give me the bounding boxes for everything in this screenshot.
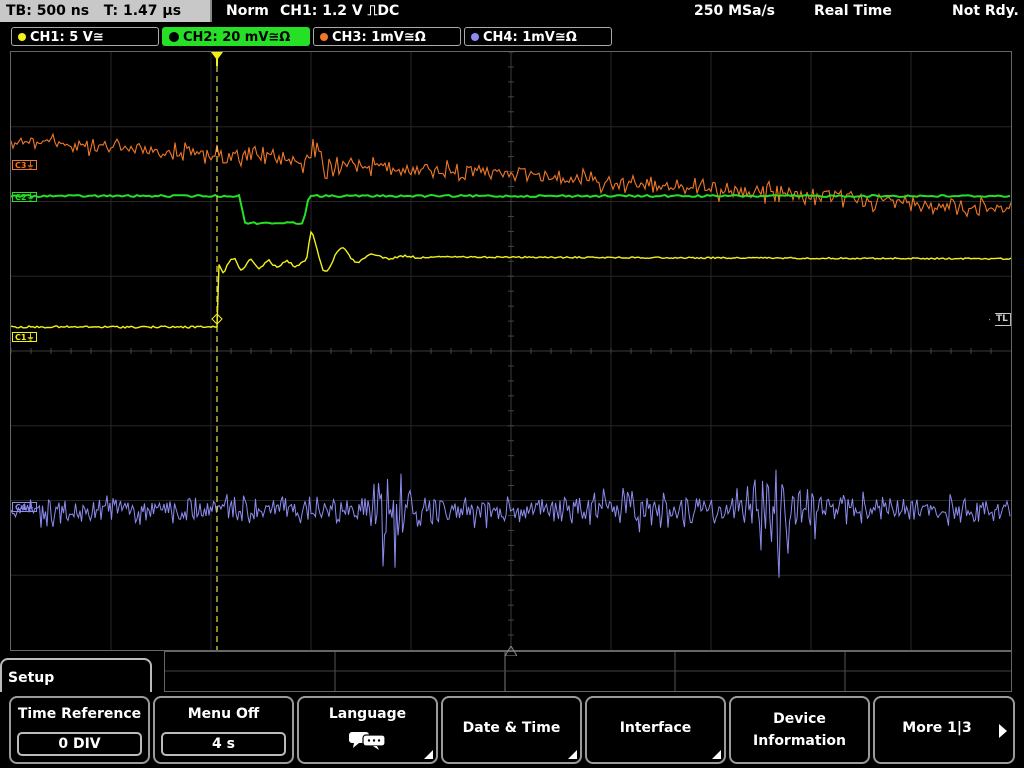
ch4-ground-marker[interactable]: C4⏚ xyxy=(12,502,38,512)
ch3-color-dot xyxy=(320,32,328,41)
more-label: More 1|3 xyxy=(902,720,972,736)
time-reference-value: 0 DIV xyxy=(17,732,142,756)
device-information-button[interactable]: Device Information xyxy=(729,696,870,764)
trigger-position-marker[interactable] xyxy=(211,52,223,66)
acquisition-mode: Real Time xyxy=(814,3,892,19)
ch4-label: CH4: 1mV≅Ω xyxy=(483,30,577,45)
zoom-strip-grid xyxy=(165,652,1011,691)
ch3-ground-marker[interactable]: C3⏚ xyxy=(12,160,38,170)
trigger-mode[interactable]: Norm xyxy=(226,0,269,22)
timebase-value: TB: 500 ns xyxy=(6,3,90,19)
tab-ch2[interactable]: CH2: 20 mV≅Ω xyxy=(162,27,310,46)
tab-ch3[interactable]: CH3: 1mV≅Ω xyxy=(313,27,461,46)
acquisition-state: Not Rdy. xyxy=(952,3,1019,19)
device-information-label-line2: Information xyxy=(753,733,846,749)
ch3-label: CH3: 1mV≅Ω xyxy=(332,30,426,45)
menu-off-label: Menu Off xyxy=(187,706,260,722)
next-page-arrow-icon xyxy=(999,724,1007,738)
ch2-label: CH2: 20 mV≅Ω xyxy=(183,30,291,45)
center-position-icon xyxy=(504,641,518,660)
trigger-t-icon xyxy=(211,52,223,66)
ch2-ground-marker[interactable]: C2⏚ xyxy=(12,192,38,202)
time-reference-button[interactable]: Time Reference 0 DIV xyxy=(9,696,150,764)
interface-button[interactable]: Interface xyxy=(585,696,726,764)
ch4-color-dot xyxy=(471,32,479,41)
more-button[interactable]: More 1|3 xyxy=(873,696,1015,764)
submenu-indicator-icon xyxy=(712,750,721,759)
tab-ch4[interactable]: CH4: 1mV≅Ω xyxy=(464,27,612,46)
ch1-ground-marker[interactable]: C1⏚ xyxy=(12,332,38,342)
status-bar: Norm CH1: 1.2 V ⎍DC 250 MSa/s Real Time … xyxy=(214,0,1024,22)
ch1-label: CH1: 5 V≅ xyxy=(30,30,104,45)
sample-rate: 250 MSa/s xyxy=(694,3,776,19)
timebase-readout[interactable]: TB: 500 ns T: 1.47 µs xyxy=(0,0,212,22)
submenu-indicator-icon xyxy=(424,750,433,759)
softkey-menu: Time Reference 0 DIV Menu Off 4 s Langua… xyxy=(0,692,1024,768)
date-time-button[interactable]: Date & Time xyxy=(441,696,582,764)
waveform-canvas xyxy=(11,52,1011,650)
tab-ch1[interactable]: CH1: 5 V≅ xyxy=(11,27,159,46)
waveform-display[interactable]: C3⏚ C2⏚ C1⏚ C4⏚ TL xyxy=(10,51,1012,651)
menu-off-button[interactable]: Menu Off 4 s xyxy=(153,696,294,764)
menu-off-value: 4 s xyxy=(161,732,286,756)
graticule-grid xyxy=(11,52,1011,650)
device-information-label-line1: Device xyxy=(773,711,826,727)
interface-label: Interface xyxy=(619,720,692,736)
ch1-color-dot xyxy=(18,32,26,41)
trigger-info[interactable]: CH1: 1.2 V ⎍DC xyxy=(280,0,399,22)
submenu-indicator-icon xyxy=(568,750,577,759)
language-button[interactable]: Language xyxy=(297,696,438,764)
trigger-time-value: T: 1.47 µs xyxy=(103,3,182,19)
time-reference-label: Time Reference xyxy=(17,706,142,722)
language-label: Language xyxy=(328,706,407,722)
zoom-overview-strip xyxy=(164,651,1012,692)
date-time-label: Date & Time xyxy=(462,720,561,736)
ch2-color-dot xyxy=(169,31,179,42)
speech-bubbles-icon xyxy=(349,730,387,754)
